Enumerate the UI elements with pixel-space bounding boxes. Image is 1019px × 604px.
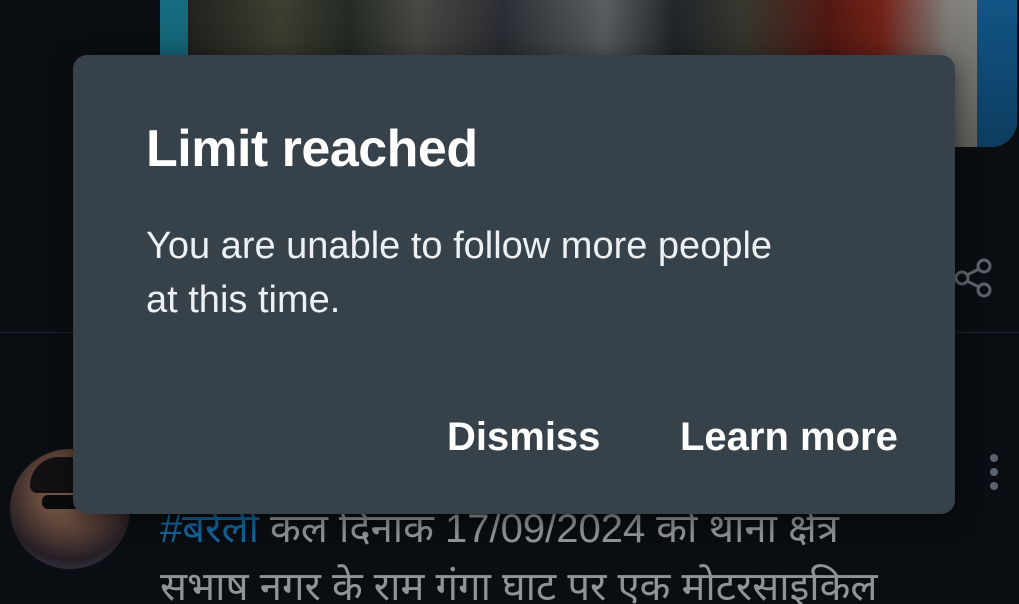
dismiss-button[interactable]: Dismiss (447, 407, 600, 468)
dialog-message: You are unable to follow more people at … (146, 225, 773, 321)
screen: #बरेली कल दिनांक 17/09/2024 को थाना क्षे… (0, 0, 1019, 604)
limit-reached-dialog: Limit reached You are unable to follow m… (73, 55, 955, 514)
dialog-title: Limit reached (146, 120, 478, 178)
learn-more-button[interactable]: Learn more (680, 407, 898, 468)
